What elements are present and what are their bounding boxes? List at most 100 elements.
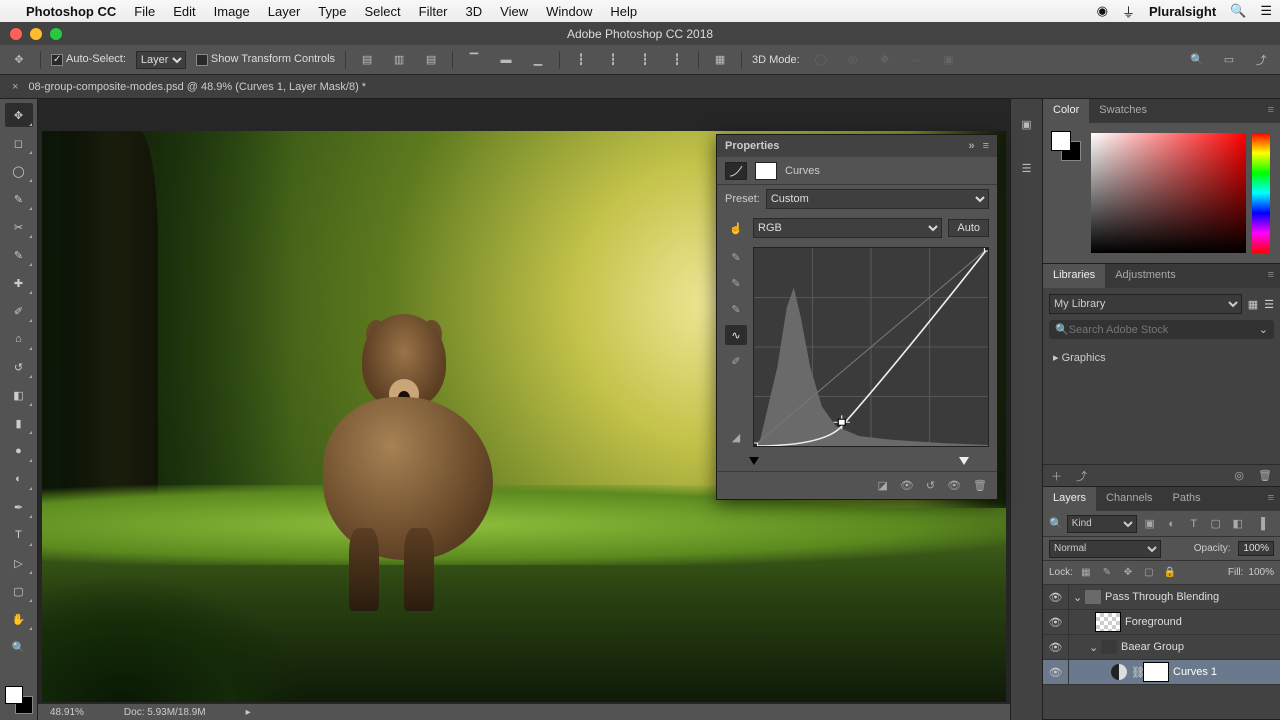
visibility-toggle[interactable]: 👁 [1043,660,1069,684]
share-icon[interactable]: ⤴ [1250,49,1272,71]
healing-tool[interactable]: ✚ [5,271,33,295]
lock-pixels-icon[interactable]: ▦ [1078,565,1094,581]
layer-row-group-blending[interactable]: 👁 ⌄ Pass Through Blending [1043,585,1280,610]
lib-sync-icon[interactable]: ◎ [1234,469,1244,482]
auto-select-checkbox[interactable]: Auto-Select: [51,53,126,65]
align-vcenter-icon[interactable]: ▬ [495,49,517,71]
distribute-h3-icon[interactable]: ┇ [634,49,656,71]
libraries-panel-menu-icon[interactable]: ≡ [1262,264,1280,288]
align-hcenter-icon[interactable]: ▥ [388,49,410,71]
dodge-tool[interactable]: ◐ [5,467,33,491]
menu-3d[interactable]: 3D [466,4,483,19]
distribute-h1-icon[interactable]: ┇ [570,49,592,71]
distribute-h2-icon[interactable]: ┇ [602,49,624,71]
tab-layers[interactable]: Layers [1043,487,1096,511]
window-minimize-button[interactable] [30,28,42,40]
hand-tool[interactable]: ✋ [5,607,33,631]
clip-to-layer-icon[interactable]: ◪ [877,479,887,492]
document-tab[interactable]: 08-group-composite-modes.psd @ 48.9% (Cu… [28,81,366,93]
crop-tool[interactable]: ✂ [5,215,33,239]
menu-type[interactable]: Type [318,4,346,19]
filter-smart-icon[interactable]: ◧ [1229,515,1247,533]
delete-adjustment-icon[interactable]: 🗑 [973,479,987,492]
lib-grid-view-icon[interactable]: ▦ [1248,298,1258,311]
curves-graph[interactable] [753,247,989,447]
library-group-graphics[interactable]: ▸ Graphics [1043,345,1280,370]
color-fgbg-swatch[interactable] [1051,131,1081,161]
menu-edit[interactable]: Edit [173,4,195,19]
zoom-tool[interactable]: 🔍 [5,635,33,659]
move-tool-icon[interactable]: ✥ [8,49,30,71]
lock-move-icon[interactable]: ✥ [1120,565,1136,581]
color-field[interactable] [1091,133,1246,253]
layer-mask-thumbnail[interactable] [1143,662,1169,682]
spotlight-icon[interactable]: 🔍 [1230,3,1246,19]
library-search[interactable]: 🔍 ⌄ [1049,320,1274,339]
layer-filter-kind[interactable]: Kind [1067,515,1137,533]
visibility-toggle[interactable]: 👁 [1043,585,1069,609]
menu-file[interactable]: File [134,4,155,19]
visibility-toggle[interactable]: 👁 [1043,635,1069,659]
type-tool[interactable]: T [5,523,33,547]
white-sampler-icon[interactable]: ✎ [725,299,747,319]
window-zoom-button[interactable] [50,28,62,40]
eraser-tool[interactable]: ◧ [5,383,33,407]
panel-menu-icon[interactable]: ≡ [983,140,989,152]
foreground-background-swatch[interactable] [5,686,33,714]
toggle-visibility-icon[interactable]: 👁 [947,479,961,492]
filter-search-icon[interactable]: 🔍 [1049,517,1063,530]
stamp-tool[interactable]: ⌂ [5,327,33,351]
layer-name[interactable]: Baear Group [1121,641,1184,653]
lock-all-icon[interactable]: 🔒 [1162,565,1178,581]
tab-paths[interactable]: Paths [1163,487,1211,511]
filter-shape-icon[interactable]: ▢ [1207,515,1225,533]
move-tool[interactable]: ✥ [5,103,33,127]
layer-thumbnail[interactable] [1095,612,1121,632]
app-name[interactable]: Photoshop CC [26,4,116,19]
layer-row-foreground[interactable]: 👁 Foreground [1043,610,1280,635]
opacity-value[interactable]: 100% [1238,541,1274,556]
clip-histogram-icon[interactable]: ◢ [725,427,747,447]
cc-cloud-icon[interactable]: ◉ [1097,3,1108,19]
lib-trash-icon[interactable]: 🗑 [1258,469,1272,482]
menu-filter[interactable]: Filter [419,4,448,19]
mask-link-icon[interactable]: ⛓ [1131,666,1143,679]
auto-select-target[interactable]: Layer [136,51,186,69]
library-search-input[interactable] [1069,324,1259,336]
align-bottom-icon[interactable]: ▁ [527,49,549,71]
preset-select[interactable]: Custom [766,189,989,209]
blend-mode-select[interactable]: Normal [1049,540,1161,558]
lock-artboard-icon[interactable]: ▢ [1141,565,1157,581]
auto-button[interactable]: Auto [948,219,989,237]
align-top-icon[interactable]: ▔ [463,49,485,71]
black-sampler-icon[interactable]: ✎ [725,247,747,267]
wifi-icon[interactable]: ⏚ [1122,2,1135,21]
align-left-icon[interactable]: ▤ [356,49,378,71]
group-caret-icon[interactable]: ⌄ [1073,591,1085,604]
reset-icon[interactable]: ↺ [926,479,935,492]
pen-tool[interactable]: ✒ [5,495,33,519]
distribute-h4-icon[interactable]: ┇ [666,49,688,71]
status-caret-icon[interactable]: ▸ [246,707,251,718]
layer-row-curves1[interactable]: 👁 ⛓ Curves 1 [1043,660,1280,685]
targeted-adjust-icon[interactable]: ☝ [725,217,747,239]
library-select[interactable]: My Library [1049,294,1242,314]
eyedropper-tool[interactable]: ✎ [5,243,33,267]
filter-toggle-icon[interactable]: ▌ [1256,515,1274,533]
fill-value[interactable]: 100% [1248,567,1274,578]
tab-color[interactable]: Color [1043,99,1089,123]
filter-pixel-icon[interactable]: ▣ [1141,515,1159,533]
filter-type-icon[interactable]: T [1185,515,1203,533]
menu-layer[interactable]: Layer [268,4,301,19]
menubar-user[interactable]: Pluralsight [1149,4,1216,19]
menu-select[interactable]: Select [364,4,400,19]
filter-adjust-icon[interactable]: ◐ [1163,515,1181,533]
menu-image[interactable]: Image [214,4,250,19]
lib-upload-icon[interactable]: ⤴ [1076,468,1087,484]
tab-libraries[interactable]: Libraries [1043,264,1105,288]
layer-row-bear-group[interactable]: 👁 ⌄ Baear Group [1043,635,1280,660]
tab-channels[interactable]: Channels [1096,487,1162,511]
channel-select[interactable]: RGB [753,218,942,238]
path-select-tool[interactable]: ▷ [5,551,33,575]
tab-swatches[interactable]: Swatches [1089,99,1157,123]
